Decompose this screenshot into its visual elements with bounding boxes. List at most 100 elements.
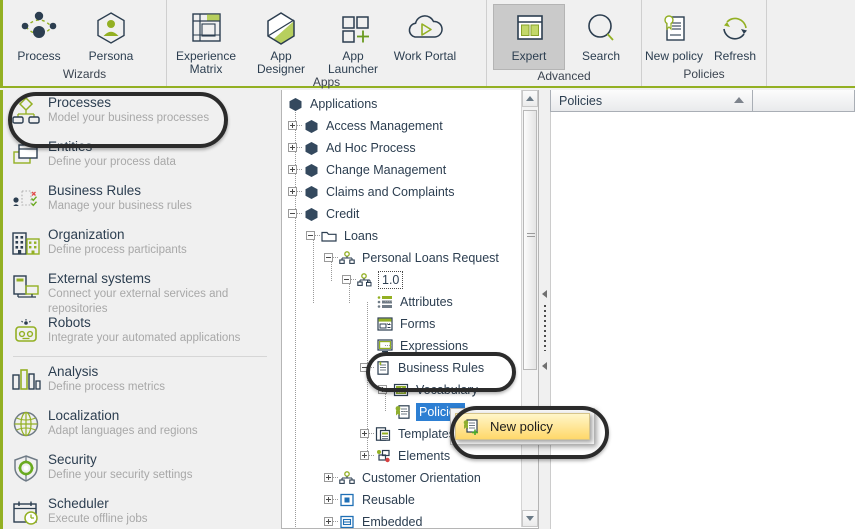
sidebar-item-title: External systems bbox=[48, 271, 151, 286]
analysis-icon bbox=[11, 363, 41, 397]
app-launcher-icon bbox=[333, 8, 373, 48]
ribbon-group-wizards: Process Persona Wizards bbox=[3, 0, 166, 86]
tree-node-customer-orientation[interactable]: Customer Orientation bbox=[282, 467, 520, 489]
collapse-left-arrow-icon[interactable] bbox=[542, 290, 547, 298]
tree-expander[interactable] bbox=[358, 445, 375, 467]
tree-node-vocabulary[interactable]: ab Vocabulary bbox=[282, 379, 520, 401]
external-systems-icon bbox=[11, 270, 41, 304]
tree-node-attributes[interactable]: Attributes bbox=[282, 291, 520, 313]
tree-expander[interactable] bbox=[286, 115, 303, 137]
sidebar-item-subtitle: Define process participants bbox=[48, 244, 187, 256]
tree-node-access-management[interactable]: Access Management bbox=[282, 115, 520, 137]
tree-node-expressions[interactable]: Expressions bbox=[282, 335, 520, 357]
collapse-right-arrow-icon[interactable] bbox=[542, 362, 547, 370]
ribbon-button-app-launcher[interactable]: App Launcher bbox=[317, 4, 389, 76]
tree-expander[interactable] bbox=[322, 489, 339, 511]
scheduler-icon bbox=[11, 495, 41, 529]
tree-node-loans[interactable]: Loans bbox=[282, 225, 520, 247]
sidebar-item-localization[interactable]: Localization Adapt languages and regions bbox=[3, 403, 277, 447]
tree-expander[interactable] bbox=[304, 225, 321, 247]
tree-node-reusable[interactable]: Reusable bbox=[282, 489, 520, 511]
application-tree: Applications Access Management Ad Hoc Pr… bbox=[282, 90, 520, 529]
tree-scrollbar[interactable] bbox=[521, 90, 538, 527]
tree-node-embedded[interactable]: Embedded bbox=[282, 511, 520, 529]
tree-node-label: Claims and Complaints bbox=[326, 185, 455, 199]
application-module-icon bbox=[302, 117, 320, 135]
entities-icon bbox=[11, 138, 41, 172]
sidebar-item-robots[interactable]: Robots Integrate your automated applicat… bbox=[3, 310, 277, 354]
application-tree-panel: Applications Access Management Ad Hoc Pr… bbox=[281, 90, 539, 529]
ribbon-button-refresh[interactable]: Refresh bbox=[706, 4, 764, 63]
ribbon-button-new-policy[interactable]: New policy bbox=[642, 4, 706, 63]
ribbon-group-filler bbox=[766, 0, 855, 86]
sidebar-item-processes[interactable]: Processes Model your business processes bbox=[3, 90, 277, 134]
ribbon-button-work-portal[interactable]: Work Portal bbox=[389, 4, 461, 63]
folder-icon bbox=[320, 227, 338, 245]
persona-icon bbox=[92, 8, 130, 48]
tree-expander[interactable] bbox=[340, 269, 357, 291]
scroll-down-button[interactable] bbox=[522, 510, 538, 527]
tree-node-label: Embedded bbox=[362, 515, 423, 529]
sidebar-item-business-rules[interactable]: Business Rules Manage your business rule… bbox=[3, 178, 277, 222]
tree-expander[interactable] bbox=[322, 511, 339, 528]
tree-node-applications[interactable]: Applications bbox=[282, 93, 520, 115]
sidebar-item-external-systems[interactable]: External systems Connect your external s… bbox=[3, 266, 277, 315]
ribbon-group-label: Wizards bbox=[62, 67, 107, 81]
sidebar-item-security[interactable]: Security Define your security settings bbox=[3, 447, 277, 491]
tree-expander[interactable] bbox=[286, 181, 303, 203]
tree-expander[interactable] bbox=[286, 159, 303, 181]
tree-expander[interactable] bbox=[358, 423, 375, 445]
scrollbar-thumb[interactable] bbox=[523, 110, 537, 370]
experience-matrix-icon bbox=[187, 8, 225, 48]
tree-expander[interactable] bbox=[376, 379, 393, 401]
process-icon bbox=[338, 469, 356, 487]
tree-node-label: Business Rules bbox=[398, 361, 485, 375]
tree-node-business-rules[interactable]: Business Rules bbox=[282, 357, 520, 379]
tree-expander[interactable] bbox=[322, 247, 339, 269]
ribbon-button-label: Work Portal bbox=[393, 49, 457, 63]
ribbon-button-process[interactable]: Process bbox=[3, 4, 75, 63]
sidebar-item-organization[interactable]: Organization Define process participants bbox=[3, 222, 277, 266]
context-menu[interactable]: New policy bbox=[455, 413, 590, 440]
tree-node-change-management[interactable]: Change Management bbox=[282, 159, 520, 181]
context-menu-wrapper: New policy bbox=[450, 408, 595, 445]
tree-node-credit[interactable]: Credit bbox=[282, 203, 520, 225]
tree-node-version-1-0[interactable]: 1.0 bbox=[282, 269, 520, 291]
application-module-icon bbox=[302, 183, 320, 201]
tree-node-ad-hoc-process[interactable]: Ad Hoc Process bbox=[282, 137, 520, 159]
tree-node-label: Access Management bbox=[326, 119, 443, 133]
tab-policies[interactable]: Policies bbox=[550, 90, 753, 112]
tree-expander[interactable] bbox=[322, 467, 339, 489]
refresh-icon bbox=[717, 8, 753, 48]
business-rules-icon bbox=[11, 182, 41, 216]
ribbon-button-expert[interactable]: Expert bbox=[493, 4, 565, 70]
collapse-panel-icon[interactable] bbox=[734, 97, 744, 103]
sidebar-item-title: Organization bbox=[48, 227, 125, 242]
ribbon-button-app-designer[interactable]: App Designer bbox=[245, 4, 317, 76]
ribbon-toolbar: Process Persona Wizards Experience Matri… bbox=[0, 0, 855, 89]
ribbon-button-experience-matrix[interactable]: Experience Matrix bbox=[167, 4, 245, 76]
ribbon-button-label: Persona bbox=[88, 49, 134, 63]
ribbon-group-policies: New policy Refresh Policies bbox=[641, 0, 766, 86]
panel-splitter[interactable] bbox=[540, 90, 550, 529]
sidebar-item-subtitle: Execute offline jobs bbox=[48, 513, 148, 525]
sidebar-item-analysis[interactable]: Analysis Define process metrics bbox=[3, 359, 277, 403]
business-rules-node-icon bbox=[374, 359, 392, 377]
tree-expander[interactable] bbox=[358, 357, 375, 379]
tree-node-personal-loans-request[interactable]: Personal Loans Request bbox=[282, 247, 520, 269]
processes-icon bbox=[11, 94, 41, 128]
tree-node-claims-and-complaints[interactable]: Claims and Complaints bbox=[282, 181, 520, 203]
ribbon-button-persona[interactable]: Persona bbox=[75, 4, 147, 63]
scroll-up-button[interactable] bbox=[522, 90, 538, 107]
app-designer-icon bbox=[261, 8, 301, 48]
tree-node-elements[interactable]: Elements bbox=[282, 445, 520, 467]
splitter-grip[interactable] bbox=[544, 305, 546, 351]
expert-view-icon bbox=[512, 8, 546, 48]
sidebar-item-scheduler[interactable]: Scheduler Execute offline jobs bbox=[3, 491, 277, 529]
tree-node-forms[interactable]: Forms bbox=[282, 313, 520, 335]
ribbon-button-search[interactable]: Search bbox=[565, 4, 637, 63]
sidebar-item-entities[interactable]: Entities Define your process data bbox=[3, 134, 277, 178]
sidebar-divider bbox=[13, 356, 267, 357]
tree-expander[interactable] bbox=[286, 137, 303, 159]
tree-expander[interactable] bbox=[286, 203, 303, 225]
